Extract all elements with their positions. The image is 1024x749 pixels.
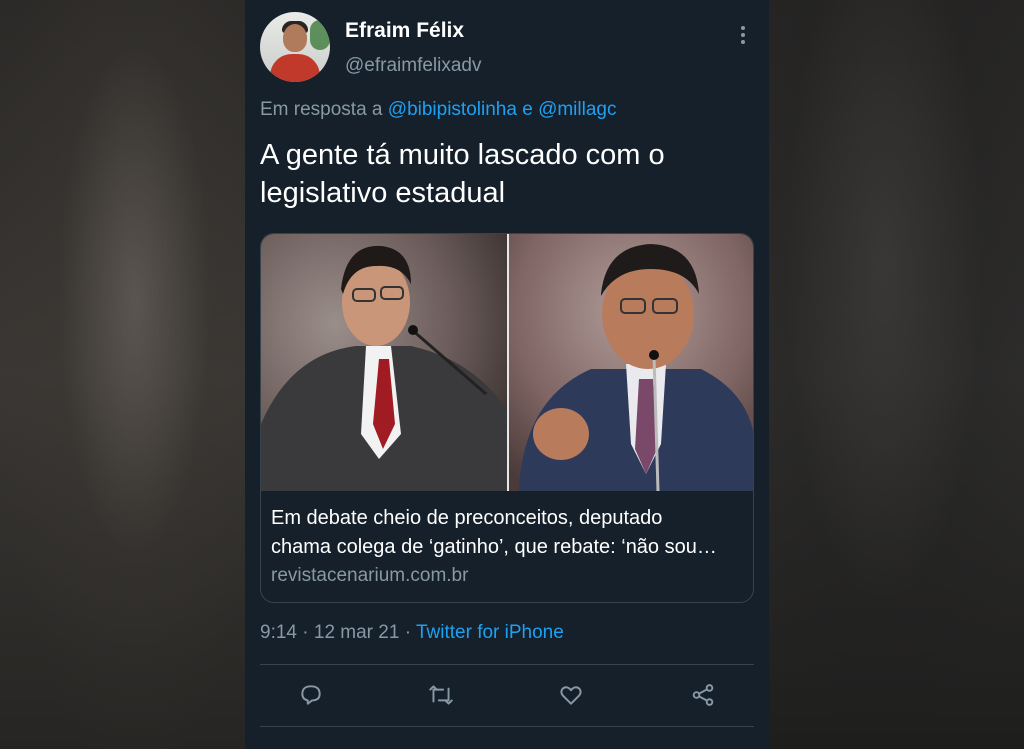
tweet-actions-bar — [245, 680, 769, 714]
tweet-detail-view: Efraim Félix @efraimfelixadv Em resposta… — [245, 0, 769, 749]
avatar-head — [283, 24, 307, 52]
link-card-title: Em debate cheio de preconceitos, deputad… — [271, 507, 717, 558]
display-name[interactable]: Efraim Félix — [345, 19, 464, 43]
tweet-text: A gente tá muito lascado com o legislati… — [260, 139, 665, 209]
meta-separator: · — [404, 622, 412, 643]
tweet-time: 9:14 — [260, 622, 297, 643]
link-card[interactable]: Em debate cheio de preconceitos, deputad… — [260, 233, 754, 603]
blurred-background-right — [769, 0, 1024, 749]
blurred-background-left — [0, 0, 245, 749]
divider — [260, 726, 754, 727]
reply-prefix: Em resposta a — [260, 99, 383, 120]
reply-conjunction: e — [522, 99, 533, 120]
tweet-date: 12 mar 21 — [313, 622, 400, 643]
link-card-domain: revistacenarium.com.br — [271, 565, 469, 586]
avatar[interactable] — [260, 12, 330, 82]
user-handle[interactable]: @efraimfelixadv — [345, 55, 482, 77]
tweet-source-link[interactable]: Twitter for iPhone — [416, 622, 564, 643]
heart-icon[interactable] — [556, 680, 586, 710]
avatar-background-tree — [310, 20, 330, 50]
meta-separator: · — [302, 622, 309, 643]
tweet-metadata: 9:14 · 12 mar 21 · Twitter for iPhone — [260, 622, 564, 644]
avatar-body — [270, 54, 320, 82]
retweet-icon[interactable] — [426, 680, 456, 710]
more-vertical-icon[interactable] — [735, 24, 751, 46]
link-card-image — [261, 234, 753, 491]
reply-icon[interactable] — [296, 680, 326, 710]
reply-mention-millagc[interactable]: @millagc — [538, 99, 616, 120]
reply-context: Em resposta a @bibipistolinha e @millagc — [260, 99, 616, 121]
reply-mention-bibipistolinha[interactable]: @bibipistolinha — [388, 99, 517, 120]
divider — [260, 664, 754, 665]
share-icon[interactable] — [688, 680, 718, 710]
